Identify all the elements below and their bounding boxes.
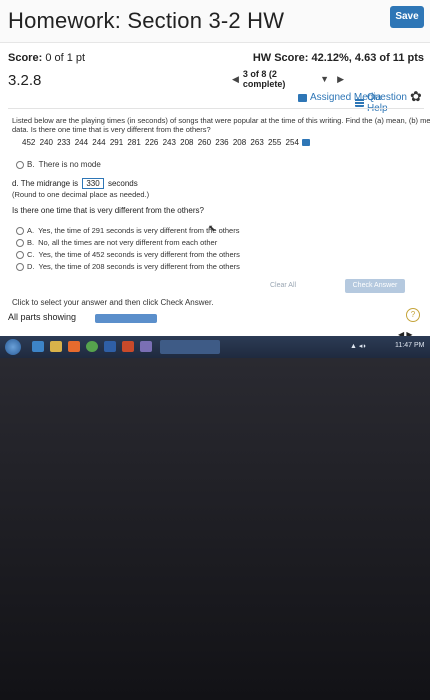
radio-button[interactable] <box>16 160 24 169</box>
next-question-icon[interactable]: ▶ <box>337 74 344 85</box>
powerpoint-icon[interactable] <box>122 341 134 352</box>
score-value: 0 of 1 pt <box>45 52 86 64</box>
hw-score: HW Score: 42.12%, 4.63 of 11 pts <box>252 52 424 64</box>
score-row: Score: 0 of 1 pt HW Score: 42.12%, 4.63 … <box>8 52 424 68</box>
instruction-text: Click to select your answer and then cli… <box>12 298 214 307</box>
question-number: 3.2.8 <box>8 72 42 89</box>
option-letter: A. <box>27 226 35 235</box>
monitor-bezel <box>0 358 430 700</box>
data-table-icon[interactable] <box>301 139 310 147</box>
mode-answer: B. There is no mode <box>16 160 101 169</box>
browser-icon[interactable] <box>32 341 44 352</box>
midrange-answer-field[interactable]: 330 <box>82 178 104 189</box>
option-letter: C. <box>27 250 35 259</box>
option-text: Yes, the time of 452 seconds is very dif… <box>38 250 240 259</box>
option-letter: D. <box>27 262 35 271</box>
option-c[interactable]: C. Yes, the time of 452 seconds is very d… <box>16 250 240 260</box>
divider <box>8 108 424 109</box>
page-title: Homework: Section 3-2 HW <box>8 8 285 33</box>
app-icon[interactable] <box>140 341 152 352</box>
radio-button[interactable] <box>16 251 24 260</box>
word-icon[interactable] <box>104 341 116 352</box>
all-parts-label: All parts showing <box>8 312 77 322</box>
question-position[interactable]: 3 of 8 (2 complete) <box>243 69 316 89</box>
chrome-icon[interactable] <box>86 341 98 352</box>
part-d-suffix: seconds <box>107 179 138 188</box>
mode-option-letter: B. <box>27 160 35 169</box>
assigned-media-icon <box>298 93 307 102</box>
option-d[interactable]: D. Yes, the time of 208 seconds is very d… <box>16 262 240 272</box>
round-note: (Round to one decimal place as needed.) <box>12 190 150 199</box>
problem-text-line1: Listed below are the playing times (in s… <box>12 116 430 125</box>
score-label: Score: 0 of 1 pt <box>8 52 86 64</box>
check-answer-button[interactable]: Check Answer <box>345 279 405 293</box>
option-b[interactable]: B. No, all the times are not very differe… <box>16 238 218 248</box>
problem-text-line2: data. Is there one time that is very dif… <box>12 125 211 134</box>
start-icon[interactable] <box>5 339 21 355</box>
taskbar: ▲ ◂◗ 11:47 PM <box>0 336 430 358</box>
previous-question-icon[interactable]: ◀ <box>232 74 239 85</box>
mouse-cursor-icon: ⬉ <box>208 223 216 233</box>
option-a[interactable]: A. Yes, the time of 291 seconds is very d… <box>16 226 239 236</box>
option-text: Yes, the time of 208 seconds is very dif… <box>38 262 240 271</box>
radio-button[interactable] <box>16 263 24 272</box>
page-header: Homework: Section 3-2 HW Save <box>0 0 430 43</box>
radio-button[interactable] <box>16 227 24 236</box>
dropdown-arrow-icon[interactable]: ▼ <box>320 74 329 84</box>
option-text: No, all the times are not very different… <box>38 238 218 247</box>
save-button[interactable]: Save <box>390 6 424 28</box>
data-values-text: 452 240 233 244 244 291 281 226 243 208 … <box>22 138 299 147</box>
parts-progress-bar <box>95 314 157 323</box>
radio-button[interactable] <box>16 239 24 248</box>
progress-fill <box>95 314 157 323</box>
data-values: 452 240 233 244 244 291 281 226 243 208 … <box>22 138 310 147</box>
gear-icon[interactable]: ✿ <box>410 88 422 105</box>
clear-all-button[interactable]: Clear All <box>270 282 296 289</box>
question-navigator: ◀ 3 of 8 (2 complete) ▼ ▶ <box>232 69 344 89</box>
clock: 11:47 PM <box>395 342 425 349</box>
active-window-button[interactable] <box>160 340 220 354</box>
media-player-icon[interactable] <box>68 341 80 352</box>
part-d: d. The midrange is 330 seconds <box>12 178 138 189</box>
question-help-icon <box>355 99 364 107</box>
part-d-prefix: d. The midrange is <box>12 179 79 188</box>
option-letter: B. <box>27 238 35 247</box>
sub-question: Is there one time that is very different… <box>12 206 204 215</box>
system-tray-icon[interactable]: ▲ ◂◗ <box>350 342 367 350</box>
mode-text: There is no mode <box>38 160 101 169</box>
help-icon[interactable]: ? <box>406 308 420 322</box>
folder-icon[interactable] <box>50 341 62 352</box>
